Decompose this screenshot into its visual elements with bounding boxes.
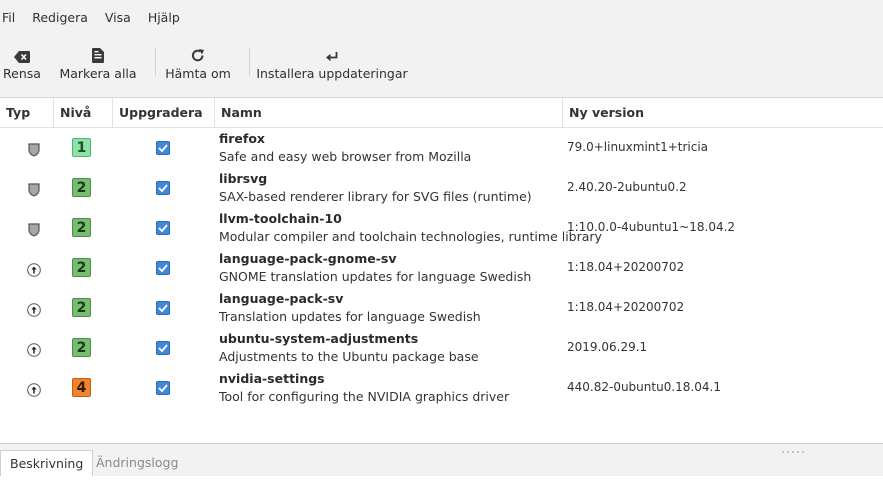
table-header: Typ Nivå Uppgradera Namn Ny version: [0, 98, 883, 128]
level-badge: 2: [72, 218, 91, 237]
package-name: nvidia-settings: [219, 371, 325, 386]
package-version: 1:10.0.0-4ubuntu1~18.04.2: [567, 220, 736, 234]
upgrade-arrow-icon: [24, 300, 44, 320]
package-description: Adjustments to the Ubuntu package base: [219, 349, 479, 364]
shield-icon: [24, 220, 44, 240]
upgrade-checkbox[interactable]: [156, 221, 170, 235]
checkmark-icon: [158, 224, 168, 232]
package-description: GNOME translation updates for language S…: [219, 269, 532, 284]
level-badge: 2: [72, 338, 91, 357]
package-description: Translation updates for language Swedish: [219, 309, 481, 324]
menu-file[interactable]: Fil: [0, 10, 22, 25]
table-row[interactable]: 1 firefox Safe and easy web browser from…: [0, 128, 883, 168]
level-badge: 2: [72, 178, 91, 197]
document-icon: [92, 45, 104, 63]
checkmark-icon: [158, 264, 168, 272]
pane-resize-handle[interactable]: [781, 443, 807, 453]
upgrade-arrow-icon: [24, 380, 44, 400]
toolbar-separator: [155, 48, 156, 76]
package-name: language-pack-sv: [219, 291, 344, 306]
install-updates-button-label: Installera uppdateringar: [256, 66, 408, 81]
package-description: Tool for configuring the NVIDIA graphics…: [219, 389, 510, 404]
package-version: 440.82-0ubuntu0.18.04.1: [567, 380, 721, 394]
package-version: 2019.06.29.1: [567, 340, 648, 354]
package-name: firefox: [219, 131, 265, 146]
menubar: Fil Redigera Visa Hjälp: [0, 0, 883, 34]
table-row[interactable]: 2 language-pack-sv Translation updates f…: [0, 288, 883, 328]
upgrade-checkbox[interactable]: [156, 381, 170, 395]
column-level[interactable]: Nivå: [53, 98, 111, 127]
checkmark-icon: [158, 184, 168, 192]
table-row[interactable]: 2 language-pack-gnome-sv GNOME translati…: [0, 248, 883, 288]
package-name: ubuntu-system-adjustments: [219, 331, 419, 346]
checkmark-icon: [158, 344, 168, 352]
refresh-icon: [191, 45, 205, 63]
clear-button[interactable]: Rensa: [2, 34, 42, 92]
column-new-version[interactable]: Ny version: [562, 98, 883, 127]
updates-table: Typ Nivå Uppgradera Namn Ny version 1 fi…: [0, 97, 883, 444]
checkmark-icon: [158, 144, 168, 152]
details-pane: [0, 476, 883, 500]
refresh-button[interactable]: Hämta om: [165, 34, 231, 92]
select-all-button-label: Markera alla: [59, 66, 137, 81]
package-version: 1:18.04+20200702: [567, 300, 685, 314]
tab-description[interactable]: Beskrivning: [0, 450, 94, 477]
package-description: Safe and easy web browser from Mozilla: [219, 149, 472, 164]
package-version: 2.40.20-2ubuntu0.2: [567, 180, 687, 194]
table-row[interactable]: 2 librsvg SAX-based renderer library for…: [0, 168, 883, 208]
checkmark-icon: [158, 384, 168, 392]
tab-changelog[interactable]: Ändringslogg: [87, 450, 187, 475]
package-name: language-pack-gnome-sv: [219, 251, 397, 266]
checkmark-icon: [158, 304, 168, 312]
table-row[interactable]: 2 llvm-toolchain-10 Modular compiler and…: [0, 208, 883, 248]
table-row[interactable]: 4 nvidia-settings Tool for configuring t…: [0, 368, 883, 408]
select-all-button[interactable]: Markera alla: [59, 34, 137, 92]
shield-icon: [24, 140, 44, 160]
toolbar: Rensa Markera alla Hämta om Installera u…: [0, 34, 883, 92]
package-description: SAX-based renderer library for SVG files…: [219, 189, 532, 204]
level-badge: 1: [72, 138, 91, 157]
upgrade-arrow-icon: [24, 340, 44, 360]
package-name: librsvg: [219, 171, 268, 186]
clear-button-label: Rensa: [3, 66, 41, 81]
package-name: llvm-toolchain-10: [219, 211, 342, 226]
package-description: Modular compiler and toolchain technolog…: [219, 229, 602, 244]
upgrade-checkbox[interactable]: [156, 301, 170, 315]
menu-help[interactable]: Hjälp: [148, 10, 187, 25]
upgrade-checkbox[interactable]: [156, 181, 170, 195]
column-upgrade[interactable]: Uppgradera: [112, 98, 213, 127]
column-type[interactable]: Typ: [0, 98, 52, 127]
upgrade-checkbox[interactable]: [156, 261, 170, 275]
upgrade-checkbox[interactable]: [156, 141, 170, 155]
package-version: 1:18.04+20200702: [567, 260, 685, 274]
level-badge: 2: [72, 298, 91, 317]
menu-edit[interactable]: Redigera: [32, 10, 95, 25]
menu-view[interactable]: Visa: [105, 10, 138, 25]
toolbar-separator: [249, 48, 250, 76]
level-badge: 4: [72, 378, 91, 397]
details-tabs: Beskrivning Ändringslogg: [0, 450, 883, 477]
upgrade-arrow-icon: [24, 260, 44, 280]
backspace-icon: [14, 45, 30, 63]
install-updates-button[interactable]: Installera uppdateringar: [256, 34, 408, 92]
column-name[interactable]: Namn: [214, 98, 561, 127]
package-version: 79.0+linuxmint1+tricia: [567, 140, 709, 154]
table-row[interactable]: 2 ubuntu-system-adjustments Adjustments …: [0, 328, 883, 368]
upgrade-checkbox[interactable]: [156, 341, 170, 355]
shield-icon: [24, 180, 44, 200]
enter-arrow-icon: [326, 45, 338, 63]
refresh-button-label: Hämta om: [165, 66, 231, 81]
level-badge: 2: [72, 258, 91, 277]
